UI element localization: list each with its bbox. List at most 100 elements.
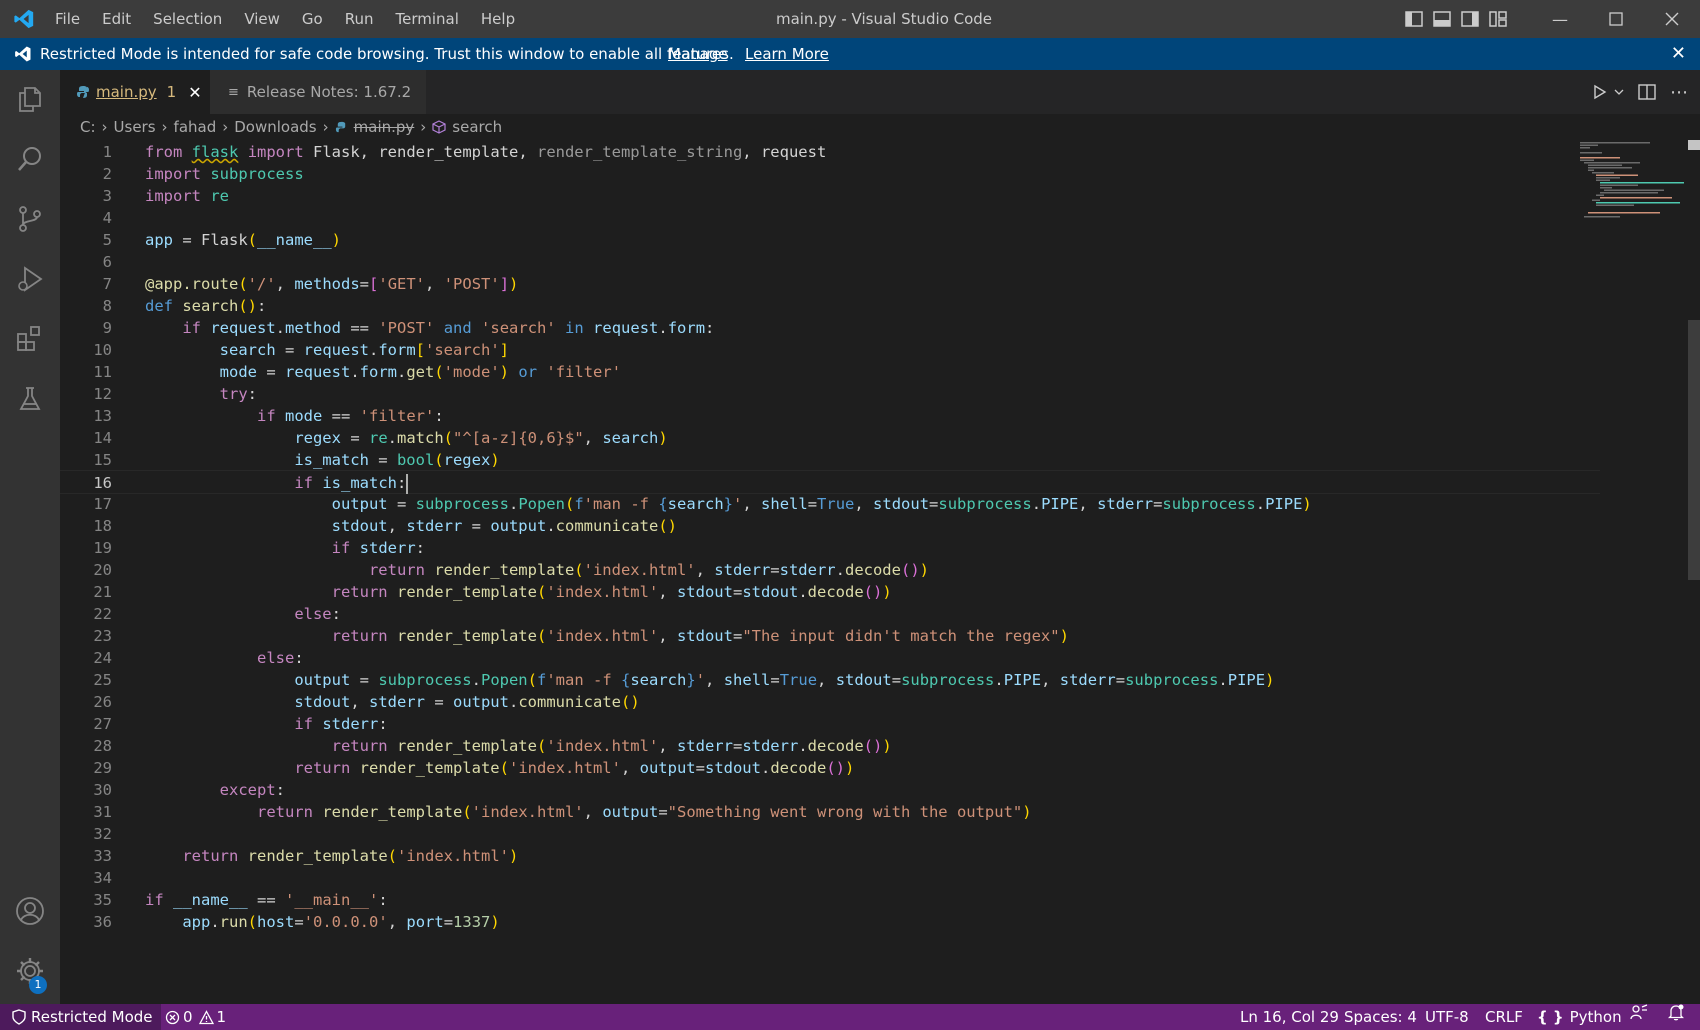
menu-terminal[interactable]: Terminal bbox=[385, 0, 470, 38]
breadcrumb-drive[interactable]: C: bbox=[80, 118, 96, 136]
cursor-position[interactable]: Ln 16, Col 29 bbox=[1240, 1004, 1339, 1030]
warning-count: 1 bbox=[216, 1008, 227, 1026]
curly-braces-icon: { } bbox=[1537, 1008, 1564, 1026]
code-line: 26 stdout, stderr = output.communicate() bbox=[60, 690, 1600, 714]
code-line: 20 return render_template('index.html', … bbox=[60, 558, 1600, 582]
code-line: 1 from flask import Flask, render_templat… bbox=[60, 140, 1600, 164]
line-number: 15 bbox=[93, 451, 112, 469]
close-window-icon[interactable] bbox=[1644, 0, 1700, 38]
chevron-down-icon[interactable] bbox=[1614, 88, 1624, 96]
run-python-file-icon[interactable] bbox=[1592, 84, 1624, 100]
account-icon[interactable] bbox=[13, 894, 47, 928]
text-cursor bbox=[406, 473, 409, 494]
toggle-panel-icon[interactable] bbox=[1428, 0, 1456, 38]
code-line: 29 return render_template('index.html', … bbox=[60, 756, 1600, 780]
line-number: 28 bbox=[93, 737, 112, 755]
line-number: 36 bbox=[93, 913, 112, 931]
line-number: 18 bbox=[93, 517, 112, 535]
code-line: 10 search = request.form['search'] bbox=[60, 338, 1600, 362]
line-number: 33 bbox=[93, 847, 112, 865]
notifications-bell-icon[interactable] bbox=[1668, 1004, 1684, 1021]
line-number: 8 bbox=[102, 297, 112, 315]
search-icon[interactable] bbox=[13, 142, 47, 176]
menu-go[interactable]: Go bbox=[291, 0, 334, 38]
chevron-right-icon: › bbox=[161, 118, 168, 136]
line-number: 35 bbox=[93, 891, 112, 909]
line-number: 34 bbox=[93, 869, 112, 887]
restricted-mode-status[interactable]: Restricted Mode bbox=[0, 1004, 161, 1030]
encoding-status[interactable]: UTF-8 bbox=[1425, 1004, 1469, 1030]
menu-file[interactable]: File bbox=[44, 0, 91, 38]
close-tab-icon[interactable]: ✕ bbox=[188, 83, 201, 102]
error-icon bbox=[165, 1010, 180, 1024]
toggle-secondary-sidebar-icon[interactable] bbox=[1456, 0, 1484, 38]
run-debug-icon[interactable] bbox=[13, 262, 47, 296]
minimap[interactable] bbox=[1578, 140, 1688, 220]
minimize-icon[interactable]: — bbox=[1532, 0, 1588, 38]
code-line: 14 regex = re.match("^[a-z]{0,6}$", sear… bbox=[60, 426, 1600, 450]
code-line: 2 import subprocess bbox=[60, 162, 1600, 186]
restricted-mode-banner: Restricted Mode is intended for safe cod… bbox=[0, 38, 1700, 70]
symbol-method-icon bbox=[432, 120, 446, 134]
line-number: 22 bbox=[93, 605, 112, 623]
code-line: 4 bbox=[60, 206, 1600, 230]
language-mode-status[interactable]: { } Python bbox=[1537, 1004, 1622, 1030]
maximize-icon[interactable] bbox=[1588, 0, 1644, 38]
tab-main-py[interactable]: main.py 1 ✕ bbox=[60, 70, 210, 114]
breadcrumb-downloads[interactable]: Downloads bbox=[234, 118, 316, 136]
learn-more-link[interactable]: Learn More bbox=[745, 38, 829, 70]
line-number: 13 bbox=[93, 407, 112, 425]
feedback-icon[interactable] bbox=[1630, 1004, 1648, 1020]
code-line: 31 return render_template('index.html', … bbox=[60, 800, 1600, 824]
eol-status[interactable]: CRLF bbox=[1485, 1004, 1523, 1030]
menu-help[interactable]: Help bbox=[470, 0, 526, 38]
line-number: 6 bbox=[102, 253, 112, 271]
breadcrumb-symbol[interactable]: search bbox=[452, 118, 502, 136]
cursor-position-label: Ln 16, Col 29 bbox=[1240, 1008, 1339, 1026]
line-number: 24 bbox=[93, 649, 112, 667]
status-bar: Restricted Mode 0 1 Ln 16, Col 29 Spaces… bbox=[0, 1004, 1700, 1030]
line-number: 19 bbox=[93, 539, 112, 557]
split-editor-icon[interactable] bbox=[1638, 84, 1656, 100]
banner-message: Restricted Mode is intended for safe cod… bbox=[40, 45, 734, 63]
problems-status[interactable]: 0 1 bbox=[165, 1004, 226, 1030]
editor-tab-bar: main.py 1 ✕ ≡ Release Notes: 1.67.2 bbox=[60, 70, 1700, 114]
breadcrumb-file[interactable]: main.py bbox=[354, 118, 415, 136]
toggle-primary-sidebar-icon[interactable] bbox=[1400, 0, 1428, 38]
extensions-icon[interactable] bbox=[13, 322, 47, 356]
testing-icon[interactable] bbox=[13, 382, 47, 416]
window-controls: — bbox=[1532, 0, 1700, 38]
code-line: 22 else: bbox=[60, 602, 1600, 626]
line-number: 9 bbox=[102, 319, 112, 337]
line-number: 25 bbox=[93, 671, 112, 689]
tab-problem-count: 1 bbox=[166, 83, 177, 101]
menu-edit[interactable]: Edit bbox=[91, 0, 142, 38]
more-actions-icon[interactable]: ⋯ bbox=[1670, 82, 1688, 103]
code-line: 17 output = subprocess.Popen(f'man -f {s… bbox=[60, 492, 1600, 516]
menu-view[interactable]: View bbox=[233, 0, 291, 38]
customize-layout-icon[interactable] bbox=[1484, 0, 1512, 38]
source-control-icon[interactable] bbox=[13, 202, 47, 236]
tab-label: main.py bbox=[96, 83, 157, 101]
code-line: 12 try: bbox=[60, 382, 1600, 406]
code-line: 8 def search(): bbox=[60, 294, 1600, 318]
code-editor[interactable]: 1 from flask import Flask, render_templat… bbox=[60, 140, 1670, 1004]
close-banner-icon[interactable]: ✕ bbox=[1671, 38, 1686, 70]
indentation-status[interactable]: Spaces: 4 bbox=[1344, 1004, 1417, 1030]
tab-release-notes[interactable]: ≡ Release Notes: 1.67.2 bbox=[210, 70, 426, 114]
explorer-icon[interactable] bbox=[13, 82, 47, 116]
encoding-label: UTF-8 bbox=[1425, 1008, 1469, 1026]
language-label: Python bbox=[1569, 1008, 1622, 1026]
breadcrumb-fahad[interactable]: fahad bbox=[174, 118, 217, 136]
menu-run[interactable]: Run bbox=[334, 0, 385, 38]
shield-icon bbox=[12, 1009, 26, 1025]
breadcrumb-users[interactable]: Users bbox=[114, 118, 156, 136]
line-number: 26 bbox=[93, 693, 112, 711]
menu-selection[interactable]: Selection bbox=[142, 0, 233, 38]
warning-icon bbox=[198, 1009, 214, 1024]
scrollbar-thumb[interactable] bbox=[1688, 320, 1700, 580]
line-number: 14 bbox=[93, 429, 112, 447]
preview-icon: ≡ bbox=[228, 84, 239, 100]
line-number: 27 bbox=[93, 715, 112, 733]
manage-link[interactable]: Manage bbox=[668, 38, 728, 70]
